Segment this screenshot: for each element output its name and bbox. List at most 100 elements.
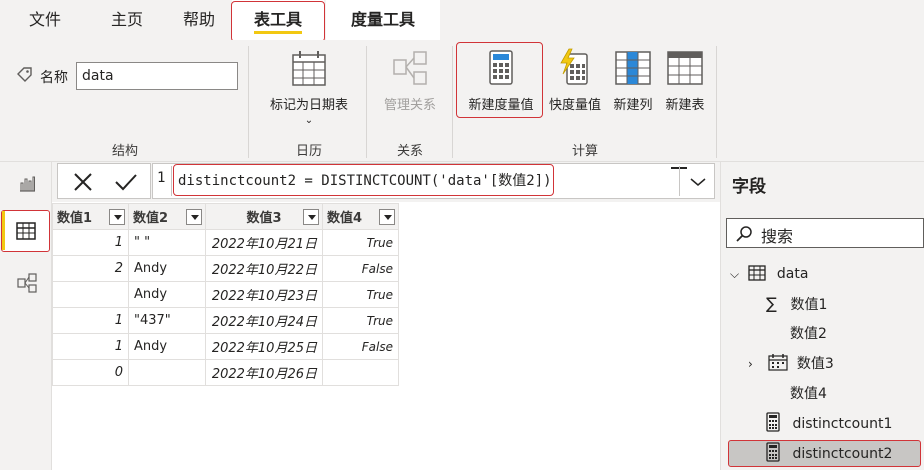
table-row: 2 Andy 2022年10月22日 False — [52, 255, 399, 282]
table-cell: 2 — [52, 255, 129, 282]
quick-measure-label: 快度量值 — [548, 98, 601, 113]
calculator-icon — [766, 412, 780, 432]
filter-dropdown-icon[interactable] — [186, 209, 202, 225]
fields-table-data[interactable]: ⌵ data — [730, 260, 808, 288]
search-placeholder: 搜索 — [761, 227, 794, 246]
quick-measure-button[interactable]: 快度量值 — [544, 48, 606, 132]
filter-dropdown-icon[interactable] — [303, 209, 319, 225]
group-label-relations: 关系 — [396, 144, 423, 159]
table-cell: 1 — [52, 307, 129, 334]
mark-date-table-button[interactable]: 标记为日期表 ⌄ — [258, 48, 360, 132]
group-label-structure: 结构 — [111, 144, 138, 159]
field-label: distinctcount1 — [792, 416, 893, 432]
tab-measure-tools[interactable]: 度量工具 — [326, 0, 440, 40]
fields-pane-title: 字段 — [732, 177, 766, 197]
ribbon: 名称 data 结构 标记为日期表 ⌄ 日历 管理关系 关系 新建度量值 快度量… — [0, 40, 924, 162]
table-cell: 1 — [52, 229, 129, 256]
check-icon[interactable] — [114, 172, 138, 192]
cancel-icon[interactable] — [72, 172, 94, 192]
view-nav — [0, 162, 52, 470]
field-item-selected[interactable]: distinctcount2 — [766, 440, 892, 468]
new-column-icon — [615, 51, 651, 85]
table-header-row: 数值1 数值2 数值3 数值4 — [52, 203, 399, 230]
ribbon-divider — [716, 46, 717, 158]
new-measure-highlight — [456, 42, 543, 118]
tab-help[interactable]: 帮助 — [168, 0, 230, 40]
table-row: 1 "437" 2022年10月24日 True — [52, 307, 399, 334]
table-name-label: data — [776, 266, 809, 282]
table-cell: False — [322, 333, 399, 360]
column-header-2[interactable]: 数值2 — [128, 203, 206, 230]
tag-icon — [17, 67, 32, 82]
ribbon-divider — [452, 46, 453, 158]
report-view-icon[interactable] — [17, 174, 37, 194]
table-cell: 2022年10月21日 — [205, 229, 323, 256]
field-item[interactable]: 数值4 — [790, 380, 827, 408]
table-cell: 0 — [52, 359, 129, 386]
formula-text[interactable]: distinctcount2 = DISTINCTCOUNT('data'[数值… — [178, 170, 552, 190]
table-cell: Andy — [128, 281, 206, 308]
fields-search-input[interactable]: 搜索 — [726, 218, 924, 248]
column-header-1[interactable]: 数值1 — [52, 203, 129, 230]
field-label: distinctcount2 — [792, 446, 893, 462]
column-header-label: 数值1 — [57, 211, 93, 226]
table-cell — [322, 359, 399, 386]
column-header-label: 数值3 — [246, 211, 282, 226]
column-header-4[interactable]: 数值4 — [322, 203, 399, 230]
table-cell: " " — [128, 229, 206, 256]
table-view-icon — [16, 222, 36, 240]
table-cell: 2022年10月22日 — [205, 255, 323, 282]
calculator-icon — [766, 442, 780, 462]
new-column-button[interactable]: 新建列 — [608, 48, 658, 132]
table-cell: True — [322, 281, 399, 308]
group-label-calendar: 日历 — [295, 144, 322, 159]
table-cell: False — [322, 255, 399, 282]
manage-relations-button[interactable]: 管理关系 — [374, 48, 446, 132]
filter-dropdown-icon[interactable] — [379, 209, 395, 225]
table-tools-highlight — [231, 1, 325, 42]
field-item[interactable]: distinctcount1 — [766, 410, 892, 438]
column-header-label: 数值2 — [133, 211, 169, 226]
calendar-table-icon — [292, 51, 326, 86]
new-column-label: 新建列 — [613, 98, 653, 113]
field-label: 数值1 — [790, 297, 828, 313]
table-cell: True — [322, 307, 399, 334]
formula-line-number: 1 — [157, 170, 166, 186]
expand-formula-icon[interactable] — [689, 176, 707, 188]
field-item[interactable]: › 数值3 — [748, 350, 834, 378]
data-table: 数值1 数值2 数值3 数值4 1 " " 2022年10月21日 True 2… — [52, 203, 399, 386]
table-icon — [748, 265, 767, 281]
search-icon — [736, 226, 752, 242]
field-label: 数值4 — [790, 386, 827, 402]
formula-commit-buttons — [57, 163, 151, 199]
table-cell: 1 — [52, 333, 129, 360]
sigma-icon: ∑ — [766, 294, 777, 313]
column-header-3[interactable]: 数值3 — [205, 203, 323, 230]
expand-divider — [679, 166, 680, 196]
chevron-down-icon[interactable]: ⌵ — [730, 260, 744, 288]
chevron-right-icon[interactable]: › — [748, 350, 764, 378]
table-cell — [128, 359, 206, 386]
ribbon-divider — [248, 46, 249, 158]
menu-bar: 文件 主页 帮助 表工具 度量工具 — [0, 0, 924, 42]
new-table-icon — [667, 51, 703, 85]
model-view-icon[interactable] — [16, 272, 38, 294]
table-cell: Andy — [128, 255, 206, 282]
name-input[interactable]: data — [76, 62, 238, 90]
field-label: 数值2 — [790, 326, 827, 342]
table-row: 1 " " 2022年10月21日 True — [52, 229, 399, 256]
table-cell: 2022年10月23日 — [205, 281, 323, 308]
table-cell: 2022年10月24日 — [205, 307, 323, 334]
field-item[interactable]: ∑ 数值1 — [766, 290, 827, 318]
line-number-divider — [171, 166, 172, 196]
data-view-button[interactable] — [1, 210, 50, 252]
tab-file[interactable]: 文件 — [14, 0, 76, 40]
name-label: 名称 — [40, 70, 68, 86]
new-table-button[interactable]: 新建表 — [660, 48, 710, 132]
table-cell: True — [322, 229, 399, 256]
tab-home[interactable]: 主页 — [96, 0, 158, 40]
filter-dropdown-icon[interactable] — [109, 209, 125, 225]
table-cell: Andy — [128, 333, 206, 360]
table-cell — [52, 281, 129, 308]
field-item[interactable]: 数值2 — [790, 320, 827, 348]
